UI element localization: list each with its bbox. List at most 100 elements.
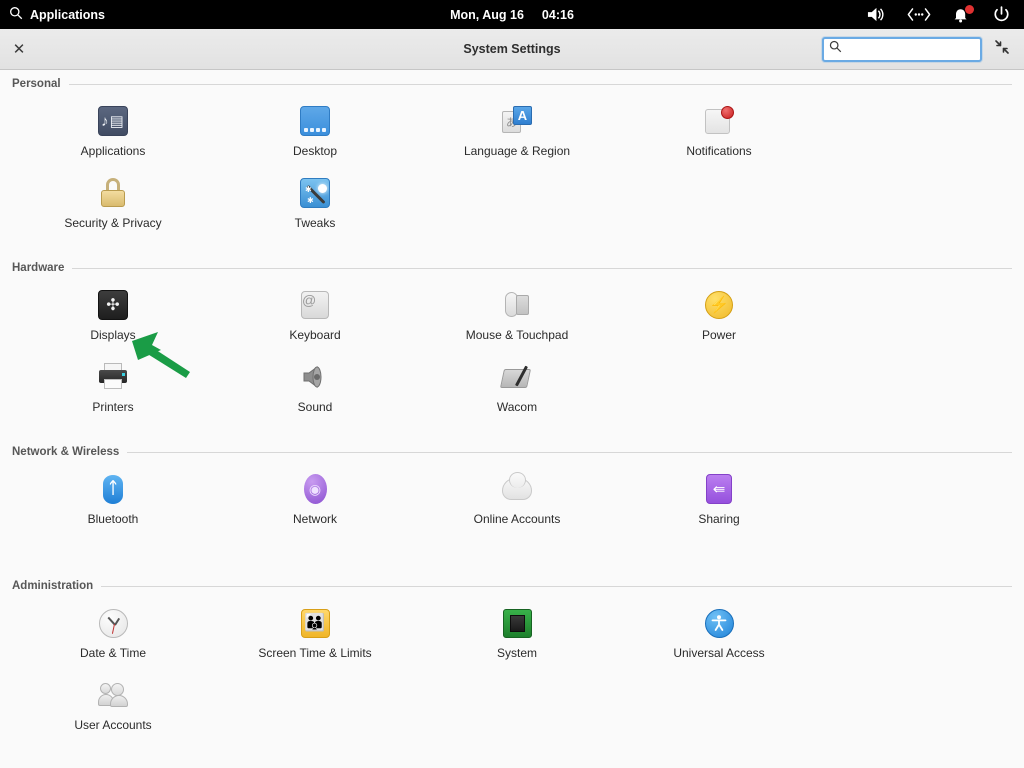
tile-label: User Accounts [74, 718, 152, 732]
section-network-wireless: Network & Wireless ᛏ Bluetooth ◉ Network [12, 438, 1012, 544]
printers-icon [96, 360, 130, 394]
settings-tile-universal-access[interactable]: Universal Access [618, 606, 820, 678]
settings-tile-wacom[interactable]: Wacom [416, 360, 618, 432]
date-time-icon [96, 606, 130, 640]
settings-tile-bluetooth[interactable]: ᛏ Bluetooth [12, 472, 214, 544]
section-divider [101, 585, 1012, 587]
tile-label: Wacom [496, 400, 538, 414]
settings-tile-screen-time-limits[interactable]: 👪 Screen Time & Limits [214, 606, 416, 678]
tile-label: Language & Region [463, 144, 571, 158]
settings-tile-desktop[interactable]: Desktop [214, 104, 416, 176]
settings-tile-mouse-touchpad[interactable]: Mouse & Touchpad [416, 288, 618, 360]
sharing-icon: ⇚ [702, 472, 736, 506]
applications-icon: ♪▤ [96, 104, 130, 138]
window-titlebar: ✕ System Settings [0, 29, 1024, 70]
section-header: Personal [12, 70, 1012, 98]
tile-label: Notifications [686, 144, 752, 158]
notifications-icon [702, 104, 736, 138]
section-title: Administration [12, 580, 94, 592]
bluetooth-icon: ᛏ [96, 472, 130, 506]
settings-tile-applications[interactable]: ♪▤ Applications [12, 104, 214, 176]
settings-tile-sound[interactable]: Sound [214, 360, 416, 432]
tile-label: Date & Time [79, 646, 147, 660]
tile-label: Sound [297, 400, 333, 414]
tile-label: Keyboard [289, 328, 341, 342]
section-header: Network & Wireless [12, 438, 1012, 466]
online-accounts-icon [500, 472, 534, 506]
tile-label: Security & Privacy [64, 216, 162, 230]
top-panel: Applications Mon, Aug 16 04:16 [0, 0, 1024, 29]
tile-grid: ᛏ Bluetooth ◉ Network Online Accounts ⇚ [12, 466, 1012, 544]
close-window-button[interactable]: ✕ [0, 29, 38, 70]
network-icon: ◉ [298, 472, 332, 506]
displays-icon: ✣ [96, 288, 130, 322]
tile-label: Desktop [292, 144, 338, 158]
network-icon[interactable] [907, 7, 931, 22]
sound-icon [298, 360, 332, 394]
universal-access-icon [702, 606, 736, 640]
tile-grid: ✣ Displays @ Keyboard Mouse & Touchpad ⚡ [12, 282, 1012, 432]
settings-tile-printers[interactable]: Printers [12, 360, 214, 432]
tile-label: Tweaks [294, 216, 336, 230]
language-region-icon: あA [500, 104, 534, 138]
tweaks-icon: ✱ ✱ [298, 176, 332, 210]
settings-tile-online-accounts[interactable]: Online Accounts [416, 472, 618, 544]
settings-tile-user-accounts[interactable]: User Accounts [12, 678, 214, 750]
power-icon: ⚡ [702, 288, 736, 322]
power-icon[interactable] [993, 6, 1010, 23]
screen-time-icon: 👪 [298, 606, 332, 640]
tile-label: Displays [90, 328, 136, 342]
notification-badge [965, 5, 974, 14]
tile-label: Sharing [698, 512, 740, 526]
settings-tile-security-privacy[interactable]: Security & Privacy [12, 176, 214, 248]
tile-label: Bluetooth [87, 512, 139, 526]
panel-time: 04:16 [541, 7, 574, 22]
search-icon [829, 40, 842, 58]
keyboard-icon: @ [298, 288, 332, 322]
tile-label: Mouse & Touchpad [465, 328, 569, 342]
section-hardware: Hardware ✣ Displays @ Keyboard Mouse & T… [12, 254, 1012, 432]
settings-tile-tweaks[interactable]: ✱ ✱ Tweaks [214, 176, 416, 248]
tile-label: Applications [80, 144, 146, 158]
desktop-icon [298, 104, 332, 138]
tile-label: Screen Time & Limits [258, 646, 372, 660]
panel-indicators [866, 0, 1024, 29]
section-divider [68, 83, 1012, 85]
close-icon: ✕ [12, 41, 26, 58]
titlebar-right-controls [822, 34, 1024, 64]
tile-grid: ♪▤ Applications Desktop あA Language & Re… [12, 98, 1012, 248]
volume-icon[interactable] [866, 6, 885, 23]
section-personal: Personal ♪▤ Applications Desktop あA Lang… [12, 70, 1012, 248]
section-header: Administration [12, 572, 1012, 600]
tile-label: Printers [92, 400, 134, 414]
section-title: Personal [12, 78, 61, 90]
settings-panel-grid: Personal ♪▤ Applications Desktop あA Lang… [0, 70, 1024, 768]
settings-tile-keyboard[interactable]: @ Keyboard [214, 288, 416, 360]
search-box[interactable] [822, 36, 1004, 62]
tile-label: Universal Access [673, 646, 765, 660]
settings-tile-sharing[interactable]: ⇚ Sharing [618, 472, 820, 544]
settings-tile-language-region[interactable]: あA Language & Region [416, 104, 618, 176]
search-icon [9, 6, 23, 23]
panel-date: Mon, Aug 16 [450, 7, 524, 22]
tile-label: Online Accounts [473, 512, 561, 526]
mouse-touchpad-icon [500, 288, 534, 322]
applications-menu-label: Applications [30, 7, 106, 22]
settings-tile-network[interactable]: ◉ Network [214, 472, 416, 544]
section-divider [127, 451, 1012, 453]
tile-label: Power [701, 328, 736, 342]
tile-grid: Date & Time 👪 Screen Time & Limits Syste… [12, 600, 1012, 750]
tile-label: System [496, 646, 537, 660]
settings-tile-notifications[interactable]: Notifications [618, 104, 820, 176]
section-divider [72, 267, 1012, 269]
section-header: Hardware [12, 254, 1012, 282]
settings-tile-system[interactable]: System [416, 606, 618, 678]
search-input[interactable] [849, 42, 1004, 56]
settings-tile-displays[interactable]: ✣ Displays [12, 288, 214, 360]
settings-tile-power[interactable]: ⚡ Power [618, 288, 820, 360]
section-title: Hardware [12, 262, 65, 274]
applications-menu-button[interactable]: Applications [0, 0, 105, 29]
wacom-icon [499, 360, 534, 394]
settings-tile-date-time[interactable]: Date & Time [12, 606, 214, 678]
notifications-bell-icon[interactable] [953, 5, 974, 23]
